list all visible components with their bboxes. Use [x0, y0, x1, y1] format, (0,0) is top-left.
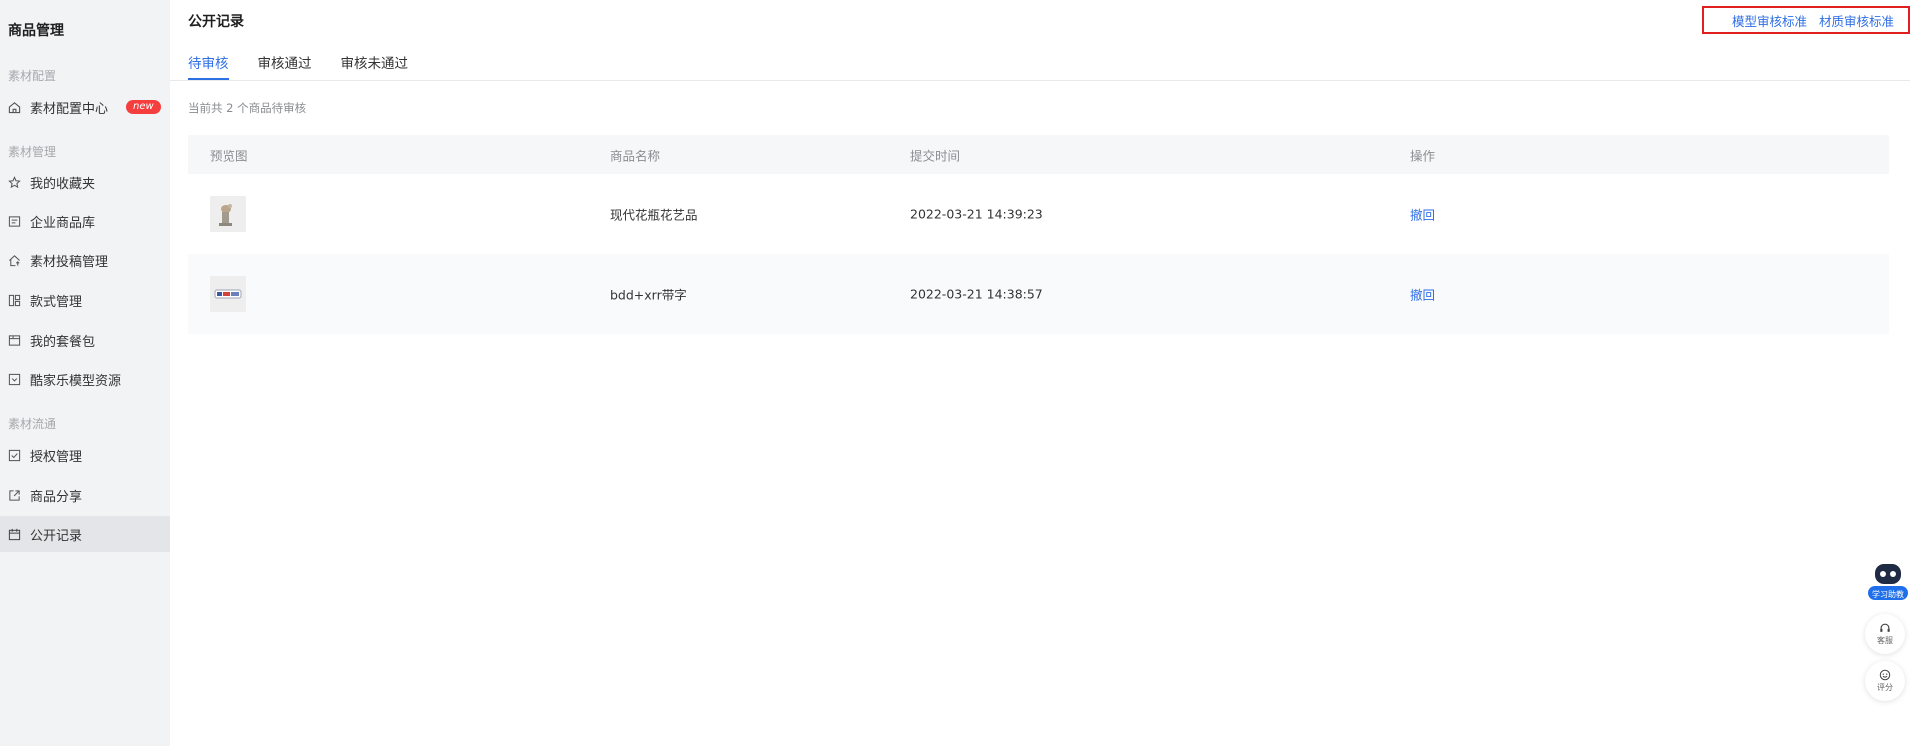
- rate-label: 评分: [1877, 683, 1893, 692]
- sidebar-item-style-manage[interactable]: 款式管理: [0, 282, 170, 318]
- home-icon: [8, 101, 21, 114]
- sidebar-item-favorites[interactable]: 我的收藏夹: [0, 164, 170, 200]
- preview-thumbnail[interactable]: [210, 196, 246, 232]
- sidebar-item-label: 我的套餐包: [30, 334, 96, 350]
- pending-summary: 当前共 2 个商品待审核: [188, 101, 307, 115]
- tab-approved[interactable]: 审核通过: [258, 52, 312, 80]
- page-title: 公开记录: [188, 14, 244, 30]
- status-tabs: 待审核 审核通过 审核未通过: [188, 52, 408, 80]
- rating-button[interactable]: 评分: [1865, 661, 1905, 701]
- headset-icon: [1880, 623, 1890, 632]
- smile-icon: [1879, 669, 1891, 681]
- table-row: bdd+xrr带字 2022-03-21 14:38:57 撤回: [188, 254, 1889, 334]
- sidebar-item-model-resource[interactable]: 酷家乐模型资源: [0, 361, 170, 397]
- customer-service-button[interactable]: 客服: [1865, 614, 1905, 654]
- sidebar-item-label: 素材配置中心: [30, 101, 109, 117]
- sidebar-group-circulation: 素材流通: [8, 417, 57, 431]
- submit-time: 2022-03-21 14:38:57: [910, 286, 1043, 302]
- material-review-standard-link[interactable]: 材质审核标准: [1819, 11, 1894, 30]
- sidebar-item-label: 公开记录: [30, 528, 83, 544]
- checkbox-icon: [8, 449, 21, 462]
- sidebar: 商品管理 素材配置 素材配置中心 new 素材管理 我的收藏夹 企业商品库 素材…: [0, 0, 170, 746]
- sidebar-item-public-records[interactable]: 公开记录: [0, 516, 170, 552]
- sidebar-item-material-config-center[interactable]: 素材配置中心 new: [0, 89, 170, 125]
- tabs-divider: [170, 80, 1910, 81]
- external-link-icon: [8, 489, 21, 502]
- grid-icon: [8, 294, 21, 307]
- service-label: 客服: [1877, 636, 1893, 645]
- sidebar-title: 商品管理: [8, 23, 64, 39]
- sidebar-item-label: 企业商品库: [30, 215, 96, 231]
- withdraw-link[interactable]: 撤回: [1410, 205, 1435, 224]
- preview-thumbnail[interactable]: [210, 276, 246, 312]
- table-row: 现代花瓶花艺品 2022-03-21 14:39:23 撤回: [188, 174, 1889, 254]
- withdraw-link[interactable]: 撤回: [1410, 285, 1435, 304]
- list-box-icon: [8, 215, 21, 228]
- submit-time: 2022-03-21 14:39:23: [910, 206, 1043, 222]
- sidebar-item-label: 酷家乐模型资源: [30, 373, 122, 389]
- column-header-action: 操作: [1410, 148, 1436, 163]
- sidebar-item-package[interactable]: 我的套餐包: [0, 322, 170, 358]
- model-review-standard-link[interactable]: 模型审核标准: [1732, 11, 1807, 30]
- upload-home-icon: [8, 254, 21, 267]
- sidebar-group-config: 素材配置: [8, 69, 57, 83]
- tab-rejected[interactable]: 审核未通过: [341, 52, 409, 80]
- assistant-label: 学习助教: [1872, 590, 1904, 599]
- tab-pending[interactable]: 待审核: [188, 52, 229, 80]
- sidebar-item-label: 授权管理: [30, 449, 83, 465]
- sidebar-item-authorization[interactable]: 授权管理: [0, 437, 170, 473]
- sidebar-item-label: 款式管理: [30, 294, 83, 310]
- column-header-preview: 预览图: [210, 148, 248, 163]
- product-name: 现代花瓶花艺品: [610, 207, 698, 223]
- star-icon: [8, 175, 21, 189]
- column-header-name: 商品名称: [610, 148, 661, 163]
- table-header: 预览图 商品名称 提交时间 操作: [188, 135, 1889, 174]
- new-badge: new: [126, 100, 161, 114]
- sidebar-item-share[interactable]: 商品分享: [0, 477, 170, 513]
- sidebar-item-enterprise-library[interactable]: 企业商品库: [0, 203, 170, 239]
- sidebar-item-label: 我的收藏夹: [30, 176, 96, 192]
- sidebar-item-submission-manage[interactable]: 素材投稿管理: [0, 242, 170, 278]
- app-root: 商品管理 素材配置 素材配置中心 new 素材管理 我的收藏夹 企业商品库 素材…: [0, 0, 1910, 746]
- sidebar-item-label: 素材投稿管理: [30, 254, 109, 270]
- calendar-icon: [8, 528, 21, 541]
- column-header-time: 提交时间: [910, 148, 961, 163]
- product-name: bdd+xrr带字: [610, 287, 687, 303]
- sidebar-group-manage: 素材管理: [8, 145, 57, 159]
- sidebar-item-label: 商品分享: [30, 489, 83, 505]
- records-table: 预览图 商品名称 提交时间 操作 现代花瓶花艺品 2022-03-21 14:3…: [188, 135, 1889, 334]
- review-standards-box: 模型审核标准 材质审核标准: [1702, 6, 1910, 34]
- learning-assistant-button[interactable]: 学习助教: [1866, 560, 1910, 606]
- package-icon: [8, 334, 21, 347]
- box-check-icon: [8, 373, 21, 386]
